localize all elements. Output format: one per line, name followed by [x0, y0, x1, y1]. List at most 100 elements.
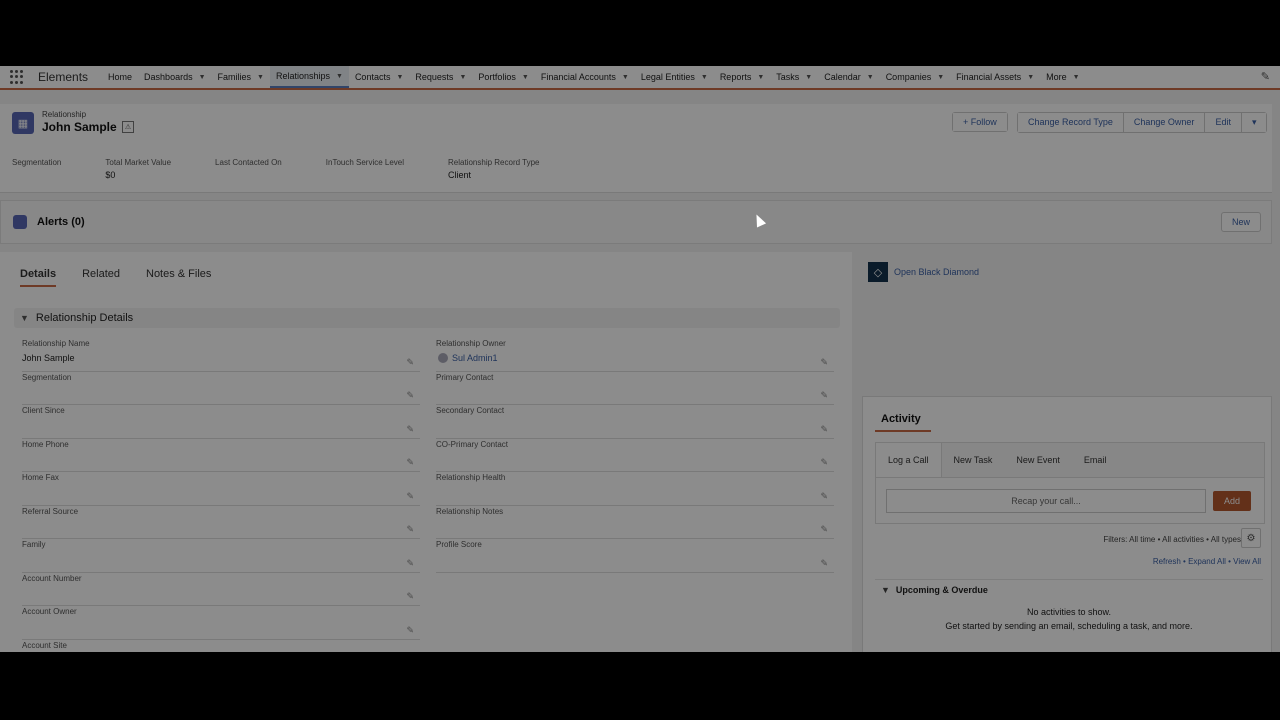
field-label: Relationship Name	[22, 339, 90, 348]
nav-item-contacts[interactable]: Contacts ▼	[349, 66, 409, 88]
change-owner-button[interactable]: Change Owner	[1123, 113, 1206, 132]
global-nav: Elements Home Dashboards ▼ Families ▼ Relatio…	[0, 66, 1280, 90]
tab-new-task[interactable]: New Task	[942, 443, 1005, 477]
more-actions-button[interactable]: ▾	[1241, 113, 1267, 132]
nav-item-reports[interactable]: Reports ▼	[714, 66, 770, 88]
nav-item-relationships[interactable]: Relationships ▼	[269, 66, 349, 88]
field-label: CO-Primary Contact	[436, 439, 509, 449]
pencil-icon[interactable]: ✎	[406, 357, 414, 368]
pencil-icon[interactable]: ✎	[406, 625, 414, 636]
field-row: Account Owner ✎	[22, 606, 420, 640]
app-launcher-icon[interactable]	[10, 70, 24, 84]
follow-button[interactable]: + Follow	[953, 113, 1007, 131]
field-row: Profile Score ✎	[436, 539, 834, 573]
nav-items: Home Dashboards ▼ Families ▼ Relationships ▼ Co…	[102, 66, 1086, 88]
nav-item-financial-accounts[interactable]: Financial Accounts ▼	[535, 66, 635, 88]
tab-new-event[interactable]: New Event	[1004, 443, 1072, 477]
alerts-title[interactable]: Alerts (0)	[37, 216, 85, 228]
new-alert-button[interactable]: New	[1220, 212, 1261, 232]
chevron-down-icon[interactable]: ▼	[257, 74, 264, 81]
upcoming-title: Upcoming & Overdue	[895, 585, 988, 595]
pencil-icon[interactable]: ✎	[820, 491, 828, 502]
field-row: Account Site✎	[22, 640, 420, 653]
nav-item-home[interactable]: Home	[102, 66, 138, 88]
pencil-icon[interactable]: ✎	[406, 558, 414, 569]
chevron-down-icon[interactable]: ▼	[522, 74, 529, 81]
chevron-down-icon[interactable]: ▼	[199, 74, 206, 81]
nav-item-more[interactable]: More ▼	[1040, 66, 1085, 88]
highlight-field: Total Market Value $0	[105, 158, 172, 180]
pencil-icon[interactable]: ✎	[820, 457, 828, 468]
pencil-icon[interactable]: ✎	[406, 390, 414, 401]
pencil-icon[interactable]: ✎	[406, 524, 414, 535]
pencil-icon[interactable]: ✎	[406, 591, 414, 602]
chevron-down-icon[interactable]: ▼	[867, 74, 874, 81]
edit-nav-icon[interactable]: ✎	[1261, 70, 1270, 83]
tab-related[interactable]: Related	[82, 268, 120, 287]
nav-item-companies[interactable]: Companies ▼	[880, 66, 950, 88]
pencil-icon[interactable]: ✎	[406, 457, 414, 468]
pencil-icon[interactable]: ✎	[820, 558, 828, 569]
chevron-down-icon[interactable]: ▼	[1027, 74, 1034, 81]
pencil-icon[interactable]: ✎	[820, 390, 828, 401]
record-title: John Sample	[42, 120, 117, 134]
nav-item-financial-assets[interactable]: Financial Assets ▼	[950, 66, 1040, 88]
tab-notes-files[interactable]: Notes & Files	[146, 268, 211, 287]
nav-item-portfolios[interactable]: Portfolios ▼	[472, 66, 534, 88]
field-row: Segmentation ✎	[22, 372, 420, 405]
field-label: Secondary Contact	[436, 406, 505, 415]
highlight-field: InTouch Service Level	[325, 158, 405, 167]
alerts-card: Alerts (0) New	[0, 200, 1272, 244]
tab-log-a-call[interactable]: Log a Call	[876, 443, 942, 477]
nav-item-tasks[interactable]: Tasks ▼	[770, 66, 818, 88]
chevron-down-icon: ▾	[1251, 117, 1257, 127]
section-header[interactable]: ▼ Relationship Details	[14, 308, 840, 328]
upcoming-section[interactable]: ▼ Upcoming & Overdue	[875, 579, 1263, 600]
pencil-icon[interactable]: ✎	[820, 524, 828, 535]
pencil-icon[interactable]: ✎	[820, 424, 828, 435]
chevron-down-icon[interactable]: ▼	[701, 74, 708, 81]
field-row: Relationship Owner Sul Admin1 ✎	[436, 338, 834, 372]
refresh-links[interactable]: Refresh • Expand All • View All	[1153, 557, 1261, 566]
pencil-icon[interactable]: ✎	[406, 424, 414, 435]
nav-item-requests[interactable]: Requests ▼	[409, 66, 472, 88]
empty-activity-message: No activities to show. Get started by se…	[945, 607, 1193, 631]
field-row: Home Fax ✎	[22, 472, 420, 506]
field-label: Home Phone	[22, 439, 69, 449]
chevron-down-icon[interactable]: ▼	[622, 74, 629, 81]
field-row: Relationship Health ✎	[436, 472, 834, 506]
activity-filters[interactable]: Filters: All time • All activities • All…	[1103, 535, 1241, 544]
nav-item-legal-entities[interactable]: Legal Entities ▼	[635, 66, 714, 88]
nav-item-dashboards[interactable]: Dashboards ▼	[138, 66, 211, 88]
nav-item-families[interactable]: Families ▼	[212, 66, 270, 88]
field-row: Secondary Contact ✎	[436, 405, 834, 439]
chevron-down-icon[interactable]: ▼	[459, 74, 466, 81]
field-label: Relationship Notes	[436, 506, 504, 516]
tab-details[interactable]: Details	[20, 268, 57, 287]
edit-button[interactable]: Edit	[1205, 113, 1242, 132]
recap-call-input[interactable]: Recap your call...	[886, 489, 1206, 513]
add-button[interactable]: Add	[1213, 491, 1251, 511]
nav-item-calendar[interactable]: Calendar ▼	[818, 66, 879, 88]
chevron-down-icon[interactable]: ▼	[336, 73, 343, 80]
chevron-down-icon[interactable]: ▼	[1073, 74, 1080, 81]
tab-email[interactable]: Email	[1072, 443, 1119, 477]
pencil-icon[interactable]: ✎	[406, 491, 414, 502]
chevron-down-icon[interactable]: ▼	[396, 74, 403, 81]
open-black-diamond-link[interactable]: ◇ Open Black Diamond	[868, 262, 979, 282]
field-label: Account Number	[22, 573, 82, 583]
right-field-column: Relationship Owner Sul Admin1 ✎ Primary Con…	[436, 338, 834, 573]
field-row: Client Since ✎	[22, 405, 420, 439]
field-label: Segmentation	[22, 372, 72, 382]
hierarchy-icon[interactable]: ⚠	[122, 121, 134, 133]
chevron-down-icon[interactable]: ▼	[757, 74, 764, 81]
chevron-down-icon[interactable]: ▼	[937, 74, 944, 81]
change-record-type-button[interactable]: Change Record Type	[1018, 113, 1124, 132]
chevron-down-icon[interactable]: ▼	[805, 74, 812, 81]
pencil-icon[interactable]: ✎	[820, 357, 828, 368]
gear-icon[interactable]: ⚙	[1241, 528, 1261, 548]
field-row: Family ✎	[22, 539, 420, 573]
owner-link[interactable]: Sul Admin1	[452, 353, 498, 363]
field-row: Referral Source ✎	[22, 506, 420, 539]
black-diamond-icon: ◇	[868, 262, 888, 282]
